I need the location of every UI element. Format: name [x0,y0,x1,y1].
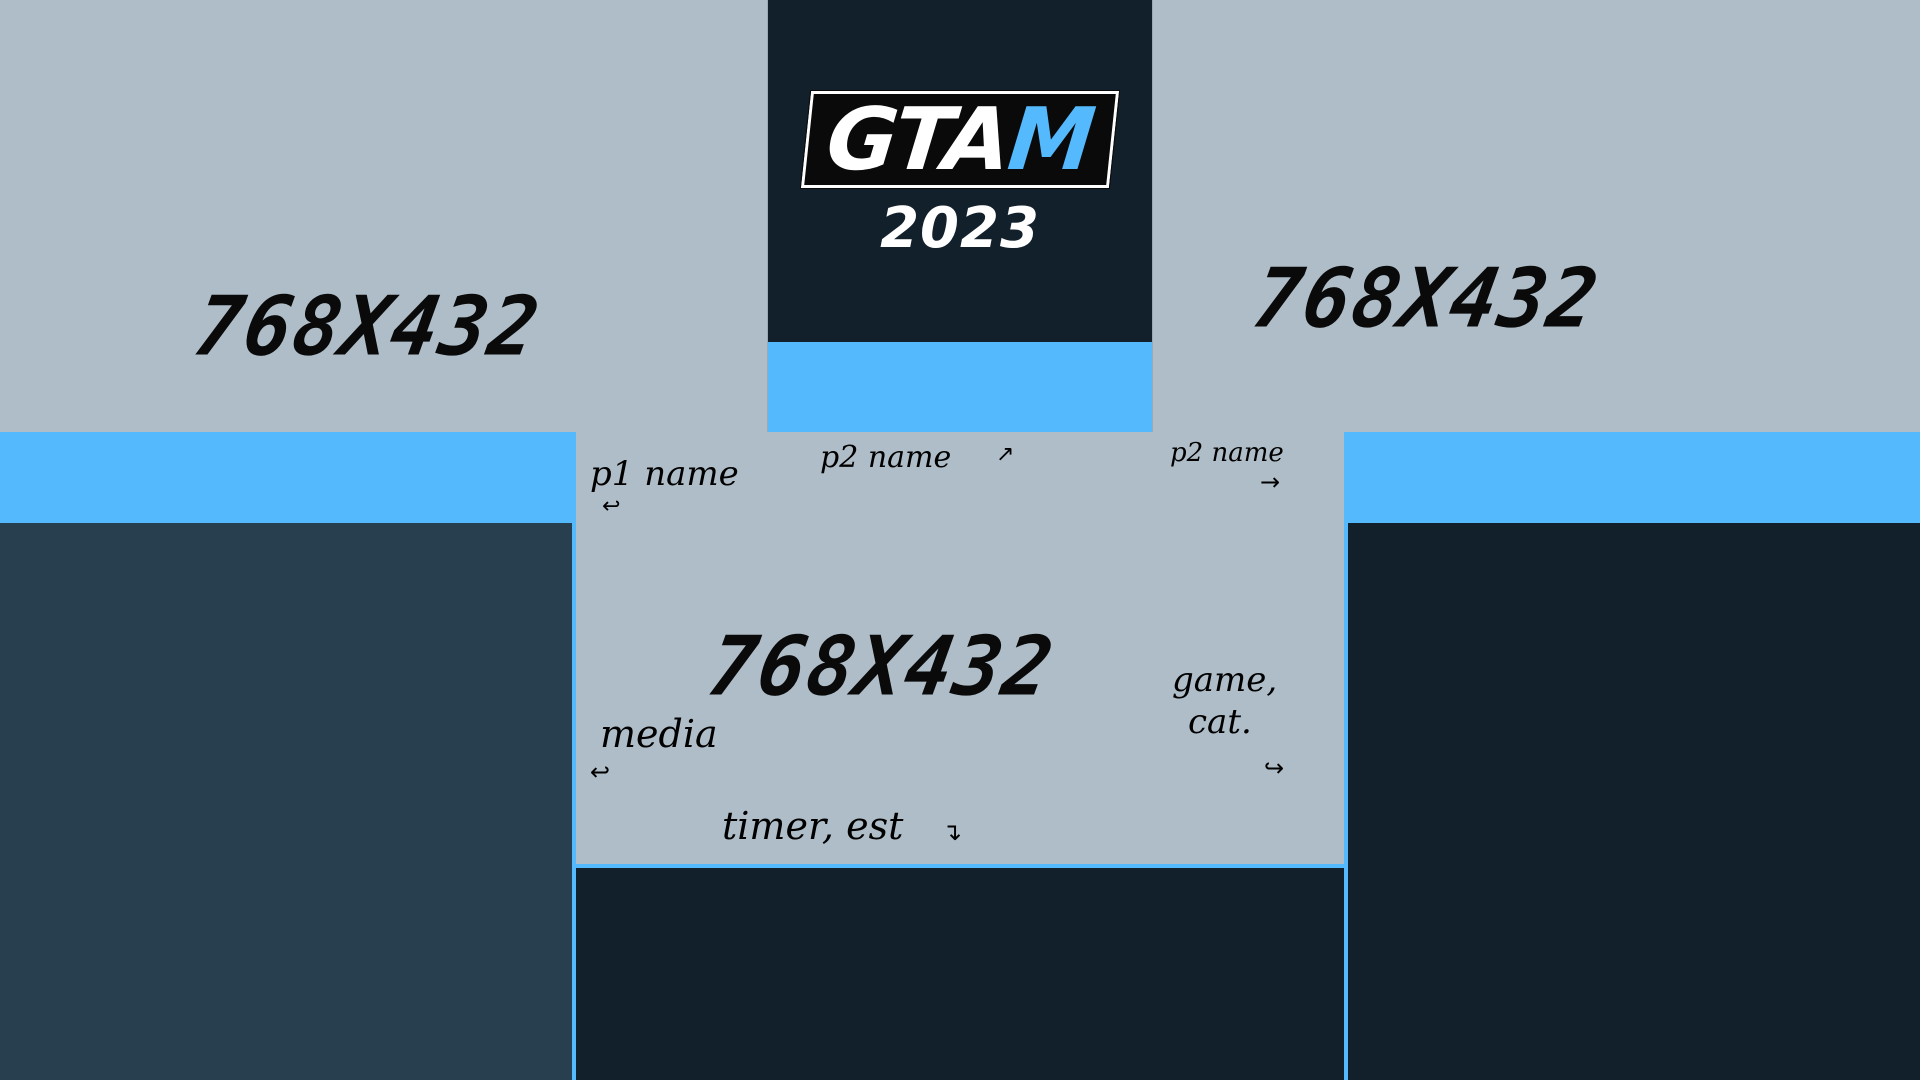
accent-bar-right [1344,432,1920,523]
slot-size-label: 768X432 [701,619,1062,715]
arrow-icon: ↗ [996,442,1015,467]
note-p1-name: p1 name [590,454,739,494]
accent-bar-top [768,342,1152,432]
bottom-info-panel [576,868,1344,1080]
accent-bar-left [0,432,572,523]
note-game-cat-line1: game, [1172,660,1278,700]
note-media: media [600,712,718,756]
arrow-icon: ↩ [602,494,621,519]
arrow-icon: → [1260,468,1281,496]
arrow-icon: ↩ [590,758,611,786]
logo-text-blue: M [1003,89,1098,190]
arrow-icon: ↴ [942,818,963,846]
left-info-panel [0,523,572,1080]
note-p2-name-center: p2 name [820,440,952,475]
note-game-cat-line2: cat. [1188,702,1252,742]
top-right-video-slot: 768X432 [1152,0,1920,432]
top-left-video-slot: 768X432 [0,0,768,432]
center-video-slot: 768X432 p1 name ↩ p2 name ↗ p2 name → me… [576,432,1344,864]
note-p2-name-right: p2 name [1170,438,1284,468]
note-timer-est: timer, est [722,804,904,848]
right-info-panel [1348,523,1920,1080]
logo-year: 2023 [880,196,1040,261]
arrow-icon: ↪ [1264,754,1285,782]
center-right-divider [1344,432,1348,1080]
gtam-logo: GTA M [799,89,1121,190]
slot-size-label: 768X432 [1246,251,1607,347]
logo-text-white: GTA [822,89,1015,190]
slot-size-label: 768X432 [187,279,548,375]
